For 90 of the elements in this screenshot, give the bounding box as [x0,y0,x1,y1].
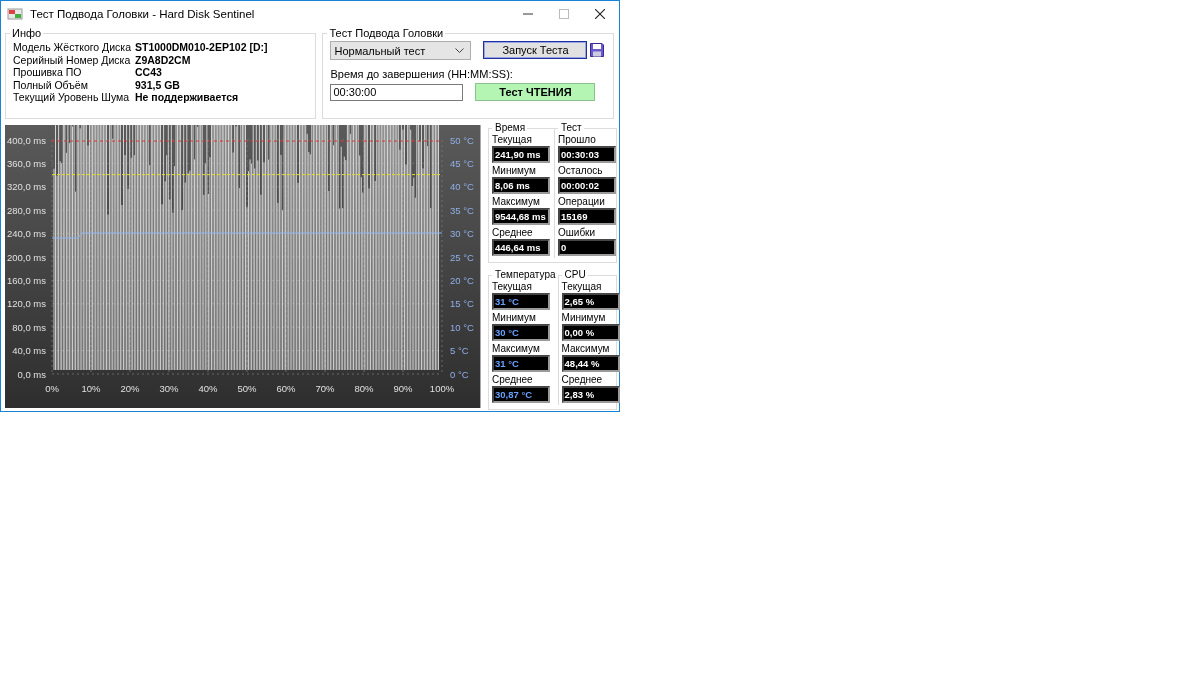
y-axis-label: 45 °C [450,157,474,169]
info-label: Серийный Номер Диска [13,53,132,67]
y-axis-label: 30 °C [450,228,474,240]
x-axis-label: 20% [120,383,140,394]
stat-value: 00:00:02 [558,177,616,194]
x-axis-label: 10% [81,383,101,394]
stat-label: Прошло [558,134,597,146]
time-label: Время до завершения (HH:MM:SS): [330,68,514,80]
y-axis-label: 400,0 ms [6,134,46,146]
x-axis-label: 80% [354,383,374,394]
x-axis-label: 50% [237,383,257,394]
chevron-down-icon [455,47,465,54]
x-axis-label: 40% [198,383,218,394]
stat-value: 0 [558,239,616,256]
stat-value: 2,65 % [561,293,620,310]
stat-value: 2,83 % [561,386,620,403]
stat-value: 8,06 ms [492,177,550,194]
x-axis-label: 0% [45,383,59,394]
group-title: CPU [561,269,588,280]
x-axis-label: 90% [393,383,413,394]
y-axis-label: 0 °C [450,368,469,380]
stat-label: Максимум [492,343,541,355]
stat-value: 241,90 ms [492,146,550,163]
y-axis-label: 120,0 ms [6,298,46,310]
close-icon[interactable] [595,8,605,19]
info-label: Текущий Уровень Шума [13,91,131,104]
stat-label: Текущая [561,281,603,293]
y-axis-label: 240,0 ms [6,228,46,240]
stat-value: 00:30:03 [558,146,616,163]
y-axis-label: 200,0 ms [6,251,46,263]
y-axis-label: 0,0 ms [17,368,46,380]
stat-value: 30,87 °C [492,386,550,403]
info-value: Z9A8D2CM [135,53,192,67]
y-axis-label: 160,0 ms [6,274,46,286]
stat-value: 31 °C [492,293,550,310]
info-value: ST1000DM010-2EP102 [D:] [135,41,269,54]
test-status-label: Тест ЧТЕНИЯ [475,83,596,101]
y-axis-label: 25 °C [450,251,474,263]
window-title: Тест Подвода Головки - Hard Disk Sentinel [30,7,256,20]
stat-label: Осталось [558,165,604,177]
app-icon [7,6,23,21]
y-axis-label: 80,0 ms [12,321,46,333]
stat-label: Минимум [492,312,537,324]
stat-label: Максимум [561,343,611,355]
x-axis-label: 100% [429,383,455,394]
y-axis-label: 360,0 ms [6,157,46,169]
stat-label: Среднее [492,227,534,239]
stat-value: 31 °C [492,355,550,372]
duration-input-field[interactable]: 00:30:00 [330,83,464,101]
group-title: Время [492,122,528,133]
mode-dropdown[interactable]: Нормальный тест [330,41,472,60]
group-title: Температура [492,269,558,280]
x-axis-label: 70% [315,383,335,394]
stat-value: 48,44 % [561,355,620,372]
stat-value: 446,64 ms [492,239,550,256]
info-value: Не поддерживается [135,91,240,104]
info-label: Модель Жёсткого Диска [13,41,132,54]
x-axis-label: 30% [159,383,179,394]
stat-label: Минимум [492,165,537,177]
info-value: CC43 [135,66,163,79]
stat-value: 0,00 % [561,324,620,341]
y-axis-label: 280,0 ms [6,204,46,216]
y-axis-label: 40,0 ms [12,345,46,357]
stat-value: 30 °C [492,324,550,341]
info-label: Прошивка ПО [13,66,83,79]
start-test-button[interactable]: Запуск Теста [483,40,588,59]
stat-label: Среднее [561,374,604,386]
info-label: Полный Объём [13,78,89,92]
group-title: Инфо [10,27,44,39]
stat-label: Ошибки [558,227,597,239]
group-title: Тест Подвода Головки [327,27,446,39]
stat-label: Максимум [492,196,541,208]
y-axis-label: 50 °C [450,134,474,146]
y-axis-label: 320,0 ms [6,181,46,193]
stat-value: 9544,68 ms [492,208,550,225]
stat-label: Текущая [492,281,533,293]
y-axis-label: 10 °C [450,321,474,333]
info-value: 931,5 GB [135,78,181,92]
y-axis-label: 40 °C [450,181,474,193]
y-axis-label: 35 °C [450,204,474,216]
group-title: Тест [558,122,584,133]
y-axis-label: 5 °C [450,345,469,357]
stat-label: Операции [558,196,606,208]
x-axis-label: 60% [276,383,296,394]
stat-value: 15169 [558,208,616,225]
y-axis-label: 15 °C [450,298,474,310]
stat-label: Среднее [492,374,534,386]
y-axis-label: 20 °C [450,274,474,286]
stat-label: Минимум [561,312,607,324]
stat-label: Текущая [492,134,533,146]
